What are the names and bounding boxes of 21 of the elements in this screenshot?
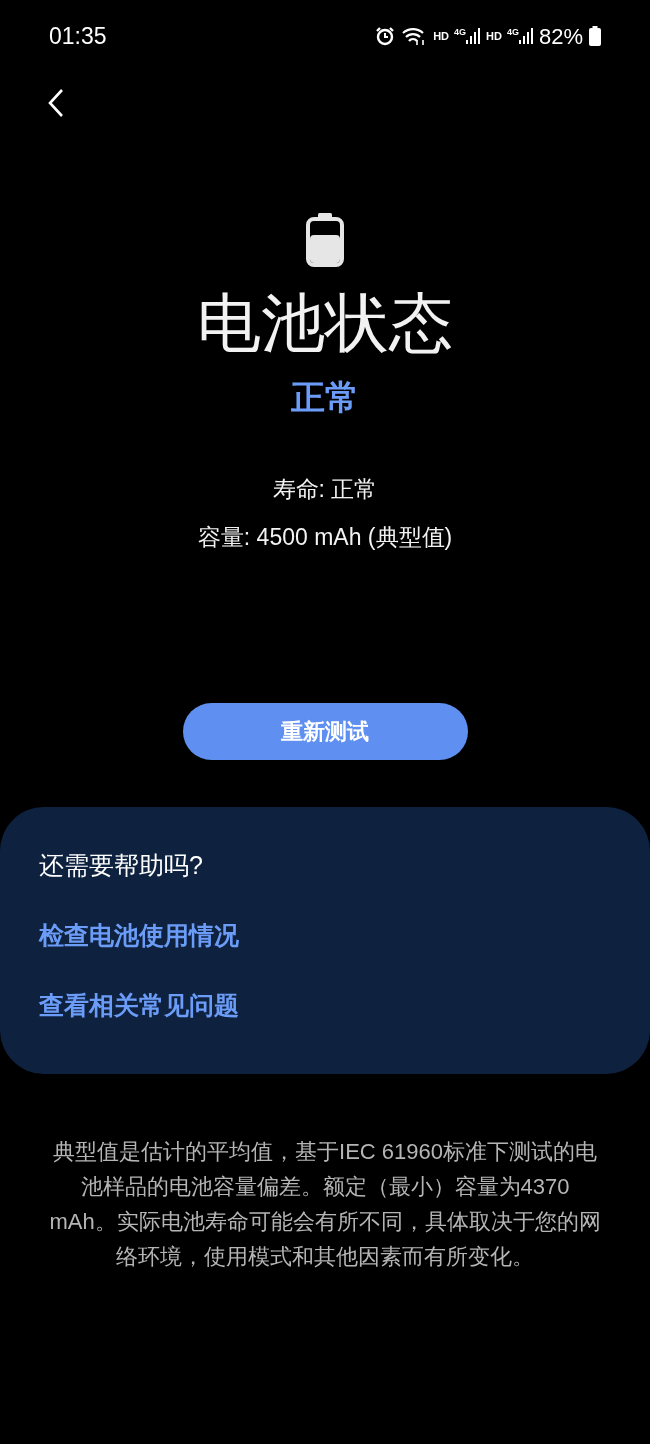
page-title: 电池状态 — [197, 286, 453, 361]
hd-label: HD — [486, 28, 502, 44]
help-heading: 还需要帮助吗? — [39, 849, 204, 881]
retest-button[interactable]: 重新测试 — [182, 702, 468, 760]
network-label: 4G — [506, 28, 519, 37]
battery-icon — [589, 26, 601, 46]
signal-icon — [466, 28, 481, 44]
hd-label: HD — [433, 28, 450, 44]
clock: 01:35 — [49, 21, 107, 51]
battery-percent: 82% — [538, 22, 583, 51]
battery-icon — [306, 213, 344, 267]
status-result: 正常 — [291, 376, 359, 418]
signal-icon — [518, 28, 533, 44]
back-icon[interactable] — [46, 88, 66, 118]
footnote-text: 典型值是估计的平均值，基于IEC 61960标准下测试的电池样品的电池容量偏差。额定（最小）容量为4370 mAh。实际电池寿命可能会有所不同，具体取决于您的网络环境，使用模式和其他因素而有所变化。 — [48, 1137, 602, 1271]
help-link[interactable]: 查看相关常见问题 — [39, 986, 239, 1023]
alarm-icon — [375, 26, 396, 46]
help-link[interactable]: 检查电池使用情况 — [39, 916, 239, 953]
network-label: 4G — [454, 28, 467, 37]
detail-text: 寿命: 正常 — [272, 474, 378, 504]
detail-text: 容量: 4500 mAh (典型值) — [197, 522, 453, 552]
